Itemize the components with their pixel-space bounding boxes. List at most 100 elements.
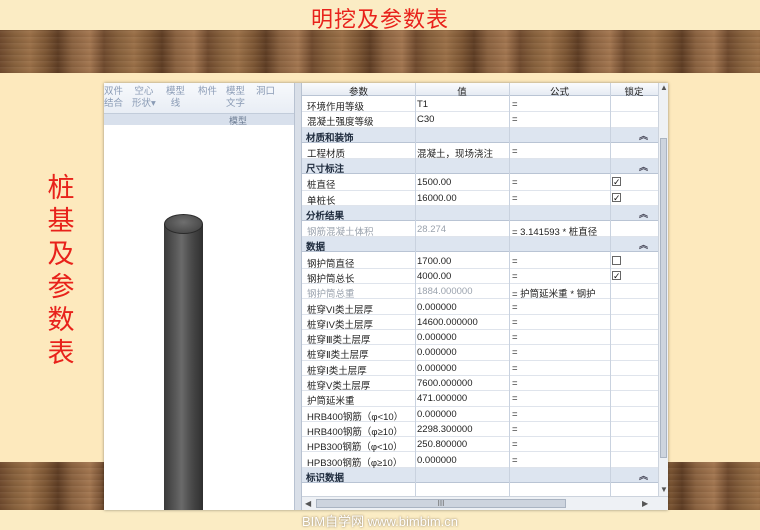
formula-cell[interactable]: = [512,193,612,204]
horizontal-scrollbar[interactable]: ◀ III ▶ [302,496,668,510]
value-cell[interactable]: 0.000000 [417,409,507,420]
lock-checkbox[interactable]: ✓ [612,192,621,202]
value-cell[interactable]: 16000.00 [417,193,507,204]
formula-cell[interactable]: = [512,99,612,110]
value-cell[interactable]: 0.000000 [417,347,507,358]
table-row[interactable]: 钢筋混凝土体积 28.274 = 3.141593 * 桩直径 [302,222,658,238]
formula-cell[interactable]: = [512,317,612,328]
value-cell[interactable]: 7600.000000 [417,378,507,389]
horizontal-scroll-thumb[interactable]: III [316,499,566,508]
table-row[interactable]: 桩穿IV类土层厚 14600.000000 = [302,315,658,331]
pile-top-face [164,214,203,234]
table-row[interactable]: 桩穿V类土层厚 7600.000000 = [302,376,658,392]
param-cell: 护筒延米重 [307,396,355,408]
ribbon-button[interactable]: 模型 线 [166,86,185,110]
value-cell[interactable]: 1700.00 [417,256,507,267]
ribbon-button[interactable]: 双件 结合 [104,86,123,110]
table-row[interactable]: HPB300钢筋（φ<10） 250.800000 = [302,437,658,453]
table-row[interactable]: 护筒延米重 471.000000 = [302,391,658,408]
formula-cell[interactable]: = [512,256,612,267]
formula-cell[interactable]: = [512,393,612,404]
value-cell[interactable]: 0.000000 [417,363,507,374]
value-cell[interactable]: C30 [417,114,507,125]
pile-model[interactable] [164,224,203,510]
scroll-down-icon[interactable]: ▼ [660,485,668,494]
table-row[interactable]: 桩穿VI类土层厚 0.000000 = [302,300,658,316]
formula-cell[interactable]: = [512,363,612,374]
lock-checkbox[interactable] [612,255,621,265]
formula-cell[interactable]: = [512,439,612,450]
lock-checkbox[interactable]: ✓ [612,177,621,187]
table-row[interactable]: 桩直径 1500.00 = ✓ [302,175,658,191]
formula-cell[interactable]: = [512,332,612,343]
section-header[interactable]: 分析结果 ︽ [302,205,658,222]
3d-view[interactable] [104,126,294,510]
column-divider [415,83,416,496]
scroll-up-icon[interactable]: ▲ [660,83,668,92]
formula-cell[interactable]: = [512,455,612,466]
value-cell[interactable]: 1500.00 [417,177,507,188]
table-row[interactable]: HRB400钢筋（φ≥10） 2298.300000 = [302,422,658,438]
formula-cell[interactable]: = [512,177,612,188]
chevron-up-icon[interactable]: ︽ [639,238,648,251]
table-row[interactable]: 环境作用等级 T1 = [302,97,658,113]
formula-cell[interactable]: = [512,409,612,420]
value-cell[interactable]: 14600.000000 [417,317,507,328]
table-row[interactable]: 混凝土强度等级 C30 = [302,112,658,128]
header-param: 参数 [348,87,368,98]
section-header[interactable]: 尺寸标注 ︽ [302,159,658,175]
value-cell[interactable]: 混凝土，现场浇注 [417,146,507,160]
param-cell: 桩穿Ⅲ类土层厚 [307,335,371,347]
lock-checkbox[interactable]: ✓ [612,270,621,280]
table-row[interactable]: 桩穿Ⅲ类土层厚 0.000000 = [302,330,658,347]
section-header[interactable]: 数据 ︽ [302,237,658,254]
formula-cell[interactable]: = [512,114,612,125]
value-cell[interactable]: 471.000000 [417,393,507,404]
section-header[interactable]: 材质和装饰 ︽ [302,127,658,144]
table-row[interactable]: HRB400钢筋（φ<10） 0.000000 = [302,407,658,423]
chevron-up-icon[interactable]: ︽ [639,469,648,482]
value-cell[interactable]: 250.800000 [417,439,507,450]
value-cell[interactable]: 0.000000 [417,455,507,466]
table-row[interactable]: 钢护筒总重 1884.000000 = 护筒延米重 * 钢护 [302,284,658,300]
table-row[interactable]: 单桩长 16000.00 = ✓ [302,191,658,207]
formula-cell[interactable]: = [512,378,612,389]
formula-cell[interactable]: = 护筒延米重 * 钢护 [512,286,612,300]
formula-cell[interactable]: = [512,347,612,358]
chevron-up-icon[interactable]: ︽ [639,160,648,173]
pane-splitter[interactable] [294,83,302,510]
value-cell[interactable]: 4000.00 [417,271,507,282]
vertical-scrollbar[interactable]: ▲ ▼ [658,83,668,496]
scroll-right-icon[interactable]: ▶ [642,499,648,508]
chevron-up-icon[interactable]: ︽ [639,207,648,220]
value-cell[interactable]: 0.000000 [417,302,507,313]
table-row[interactable]: 工程材质 混凝土，现场浇注 = [302,144,658,160]
side-title-char: 数 [47,305,75,336]
chevron-up-icon[interactable]: ︽ [639,129,648,142]
formula-cell[interactable]: = 3.141593 * 桩直径 [512,224,612,238]
formula-cell[interactable]: = [512,271,612,282]
section-title: 数据 [306,242,326,254]
section-header[interactable]: 标识数据 ︽ [302,467,658,484]
ribbon-group: 模型 [104,113,294,126]
ribbon-button[interactable]: 空心 形状▾ [132,86,156,110]
value-cell[interactable]: 0.000000 [417,332,507,343]
value-cell[interactable]: 1884.000000 [417,286,507,297]
value-cell[interactable]: 2298.300000 [417,424,507,435]
table-row[interactable]: HPB300钢筋（φ≥10） 0.000000 = [302,453,658,469]
value-cell[interactable]: T1 [417,99,507,110]
scroll-left-icon[interactable]: ◀ [305,499,311,508]
formula-cell[interactable]: = [512,424,612,435]
vertical-scroll-thumb[interactable] [660,138,667,458]
table-row[interactable]: 钢护筒直径 1700.00 = [302,254,658,270]
formula-cell[interactable]: = [512,146,612,157]
ribbon-button[interactable]: 洞口 [256,86,275,98]
ribbon-button[interactable]: 构件 [198,86,217,98]
table-row[interactable]: 桩穿Ⅱ类土层厚 0.000000 = [302,345,658,361]
value-cell[interactable]: 28.274 [417,224,507,235]
formula-cell[interactable]: = [512,302,612,313]
side-title-char: 参 [47,272,75,303]
ribbon-button[interactable]: 模型 文字 [226,86,245,110]
table-row[interactable]: 钢护筒总长 4000.00 = ✓ [302,269,658,285]
table-row[interactable]: 桩穿Ⅰ类土层厚 0.000000 = [302,361,658,377]
